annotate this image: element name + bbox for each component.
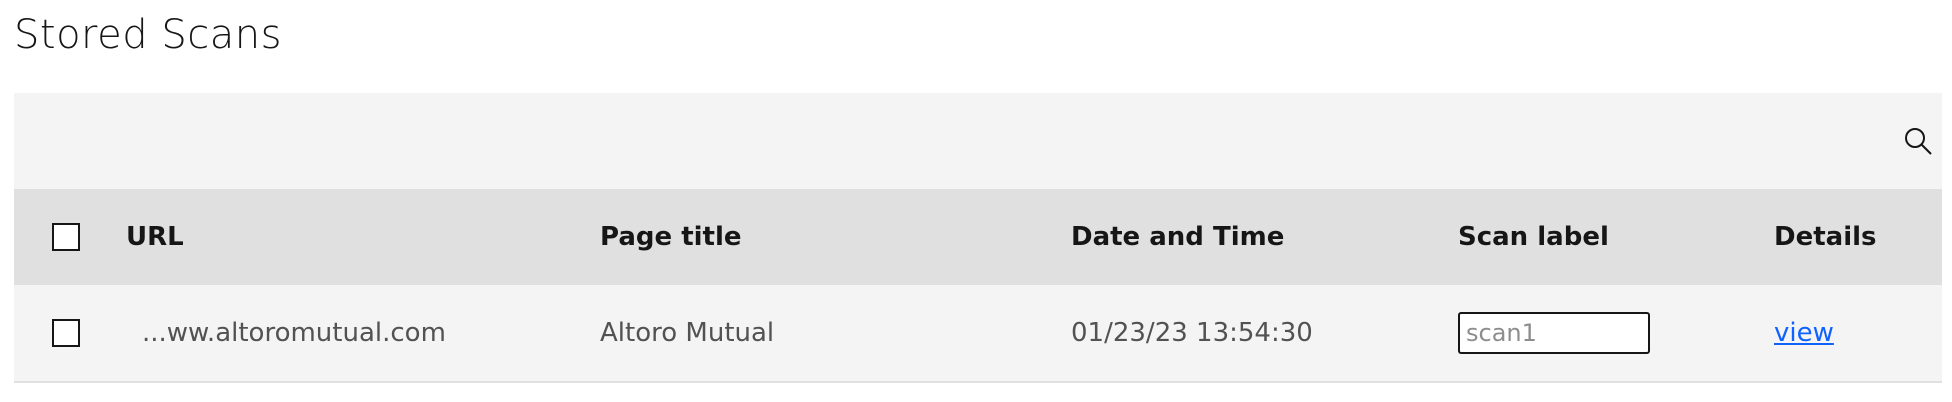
row-scan-label-cell: [1458, 285, 1650, 381]
row-details-cell: view: [1774, 285, 1834, 381]
table-row: ...ww.altoromutual.com Altoro Mutual 01/…: [14, 285, 1942, 383]
view-details-link[interactable]: view: [1774, 318, 1834, 348]
row-page-title: Altoro Mutual: [600, 318, 775, 348]
column-header-url[interactable]: URL: [126, 189, 184, 285]
column-header-date-time[interactable]: Date and Time: [1071, 189, 1284, 285]
page-title: Stored Scans: [14, 12, 282, 58]
row-select-checkbox[interactable]: [52, 319, 80, 347]
row-url: ...ww.altoromutual.com: [142, 318, 446, 348]
table-header-row: URL Page title Date and Time Scan label …: [14, 189, 1942, 285]
stored-scans-table: URL Page title Date and Time Scan label …: [14, 93, 1942, 383]
search-icon: [1905, 128, 1932, 155]
scan-label-input[interactable]: [1458, 312, 1650, 354]
column-header-page-title[interactable]: Page title: [600, 189, 742, 285]
select-all-checkbox[interactable]: [52, 223, 80, 251]
row-select-cell: [52, 285, 80, 381]
table-toolbar: [14, 93, 1942, 189]
row-date-time: 01/23/23 13:54:30: [1071, 318, 1313, 348]
column-header-details[interactable]: Details: [1774, 189, 1877, 285]
column-header-scan-label[interactable]: Scan label: [1458, 189, 1609, 285]
search-button[interactable]: [1894, 117, 1942, 165]
select-all-cell: [52, 189, 80, 285]
